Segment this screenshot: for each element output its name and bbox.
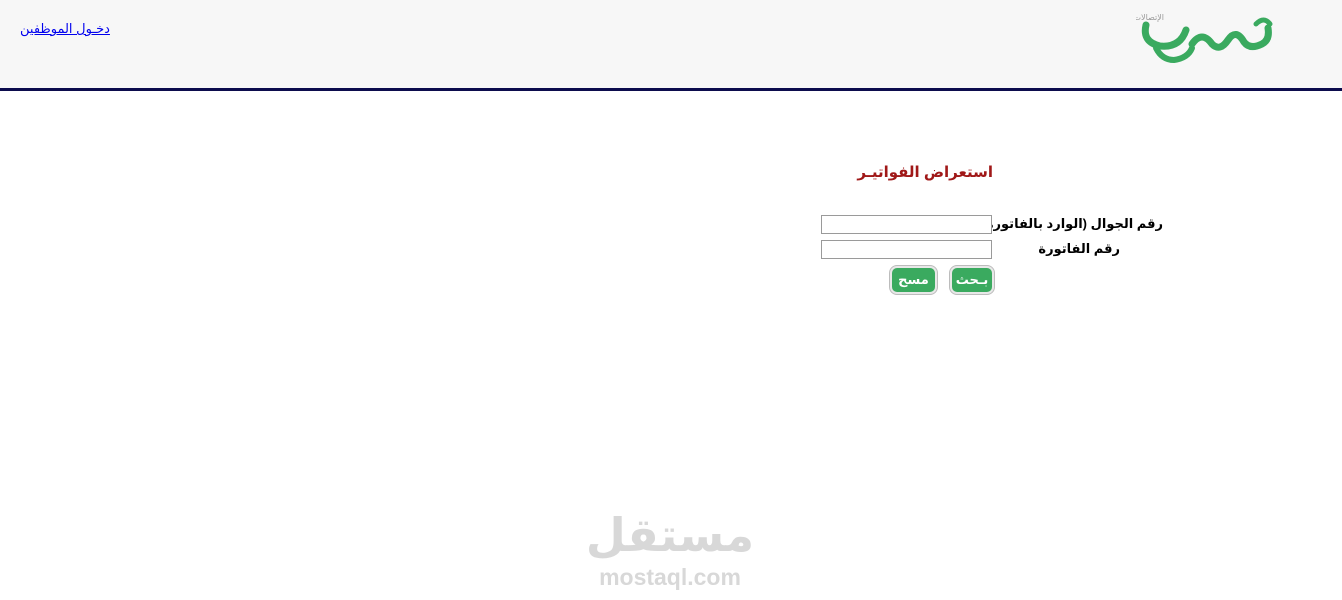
mobile-number-input[interactable] <box>821 215 992 234</box>
company-logo-icon: الإتصالات <box>1136 13 1273 64</box>
invoice-number-input[interactable] <box>821 240 992 259</box>
clear-button[interactable]: مسح <box>890 266 937 294</box>
logo-subtext: الإتصالات <box>1136 13 1164 23</box>
page: دخـول الموظفين الإتصالات استعراض الفواتي… <box>0 0 1342 600</box>
staff-login-link[interactable]: دخـول الموظفين <box>20 21 110 37</box>
watermark-latin: mostaql.com <box>599 564 741 590</box>
company-logo: الإتصالات <box>1136 0 1276 70</box>
header-bar: دخـول الموظفين الإتصالات <box>0 0 1342 91</box>
page-title: استعراض الفواتيـر <box>857 164 993 181</box>
search-button[interactable]: بـحث <box>950 266 994 294</box>
invoice-number-label: رقم الفاتورة <box>1038 241 1120 256</box>
mobile-number-label: رقم الجوال (الوارد بالفاتورة) <box>981 216 1163 231</box>
watermark: مستقل mostaql.com <box>560 505 780 595</box>
watermark-arabic: مستقل <box>585 508 755 562</box>
